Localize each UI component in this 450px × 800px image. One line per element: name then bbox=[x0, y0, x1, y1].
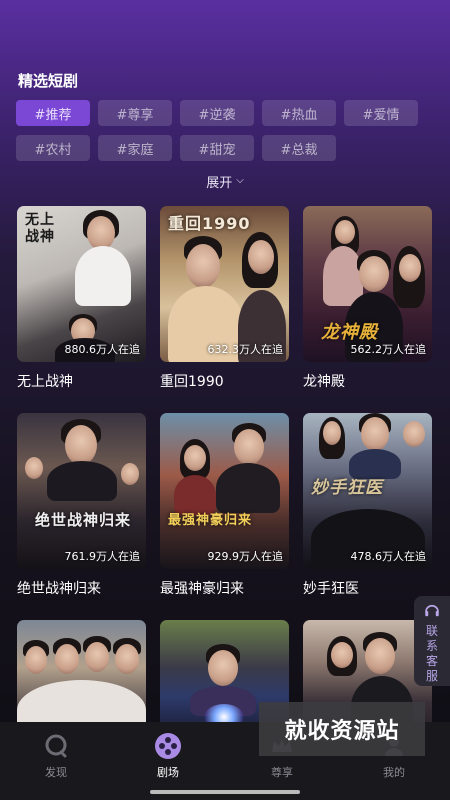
drama-title[interactable]: 重回1990 bbox=[160, 371, 289, 413]
poster-overlay-title: 妙手狂医 bbox=[311, 478, 383, 498]
drama-card[interactable]: 妙手狂医 478.6万人在追 妙手狂医 bbox=[303, 413, 432, 620]
section-title: 精选短剧 bbox=[18, 72, 79, 90]
tag-recommend[interactable]: #推荐 bbox=[16, 100, 90, 126]
theater-icon bbox=[155, 733, 181, 759]
expand-label: 展开 bbox=[206, 176, 233, 191]
drama-card[interactable]: 无上战神 880.6万人在追 无上战神 bbox=[17, 206, 146, 413]
tab-label: 我的 bbox=[383, 766, 405, 779]
tab-discover[interactable]: 发现 bbox=[16, 732, 96, 780]
poster-image bbox=[160, 413, 289, 569]
drama-title[interactable]: 无上战神 bbox=[17, 371, 146, 413]
poster-image bbox=[17, 620, 146, 738]
drama-poster[interactable]: 妙手狂医 478.6万人在追 bbox=[303, 413, 432, 569]
poster-overlay-title: 绝世战神归来 bbox=[35, 511, 132, 529]
tag-romance[interactable]: #爱情 bbox=[344, 100, 418, 126]
poster-overlay-title: 最强神豪归来 bbox=[168, 513, 253, 528]
view-count: 880.6万人在追 bbox=[64, 343, 141, 356]
tag-rural[interactable]: #农村 bbox=[16, 135, 90, 161]
contact-support-label: 联系客服 bbox=[425, 624, 438, 683]
drama-title[interactable]: 妙手狂医 bbox=[303, 578, 432, 620]
drama-card[interactable]: 龙神殿 562.2万人在追 龙神殿 bbox=[303, 206, 432, 413]
tab-label: 剧场 bbox=[157, 766, 179, 779]
drama-poster[interactable]: 绝世战神归来 761.9万人在追 bbox=[17, 413, 146, 569]
tag-comeback[interactable]: #逆袭 bbox=[180, 100, 254, 126]
view-count: 562.2万人在追 bbox=[350, 343, 427, 356]
drama-card[interactable] bbox=[17, 620, 146, 738]
view-count: 632.3万人在追 bbox=[207, 343, 284, 356]
headset-icon bbox=[425, 604, 439, 617]
drama-title[interactable]: 龙神殿 bbox=[303, 371, 432, 413]
tab-label: 尊享 bbox=[271, 766, 293, 779]
drama-poster[interactable]: 重回1990 632.3万人在追 bbox=[160, 206, 289, 362]
tab-label: 发现 bbox=[45, 766, 67, 779]
tag-filter-group: #推荐 #尊享 #逆袭 #热血 #爱情 #农村 #家庭 #甜宠 #总裁 bbox=[16, 100, 436, 161]
drama-card[interactable]: 重回1990 632.3万人在追 重回1990 bbox=[160, 206, 289, 413]
drama-card[interactable]: 最强神豪归来 929.9万人在追 最强神豪归来 bbox=[160, 413, 289, 620]
drama-grid: 无上战神 880.6万人在追 无上战神 重回1990 632.3万人在追 重回1… bbox=[17, 206, 432, 738]
chevron-down-icon: ⌵ bbox=[236, 175, 244, 186]
poster-image bbox=[17, 413, 146, 569]
tag-family[interactable]: #家庭 bbox=[98, 135, 172, 161]
contact-support-button[interactable]: 联系客服 bbox=[414, 596, 450, 686]
discover-icon bbox=[45, 734, 67, 758]
watermark-label: 就收资源站 bbox=[259, 702, 425, 756]
drama-poster[interactable] bbox=[17, 620, 146, 738]
drama-poster[interactable]: 最强神豪归来 929.9万人在追 bbox=[160, 413, 289, 569]
tag-action[interactable]: #热血 bbox=[262, 100, 336, 126]
view-count: 761.9万人在追 bbox=[64, 550, 141, 563]
view-count: 929.9万人在追 bbox=[207, 550, 284, 563]
drama-card[interactable]: 绝世战神归来 761.9万人在追 绝世战神归来 bbox=[17, 413, 146, 620]
poster-overlay-title: 无上战神 bbox=[25, 212, 55, 245]
home-indicator bbox=[150, 790, 300, 794]
drama-title[interactable]: 最强神豪归来 bbox=[160, 578, 289, 620]
drama-poster[interactable]: 龙神殿 562.2万人在追 bbox=[303, 206, 432, 362]
drama-title[interactable]: 绝世战神归来 bbox=[17, 578, 146, 620]
poster-overlay-title: 重回1990 bbox=[168, 214, 251, 233]
expand-button[interactable]: 展开 ⌵ bbox=[0, 172, 450, 191]
tab-theater[interactable]: 剧场 bbox=[128, 732, 208, 780]
drama-poster[interactable]: 无上战神 880.6万人在追 bbox=[17, 206, 146, 362]
tag-premium[interactable]: #尊享 bbox=[98, 100, 172, 126]
view-count: 478.6万人在追 bbox=[350, 550, 427, 563]
tag-sweet[interactable]: #甜宠 bbox=[180, 135, 254, 161]
tag-ceo[interactable]: #总裁 bbox=[262, 135, 336, 161]
